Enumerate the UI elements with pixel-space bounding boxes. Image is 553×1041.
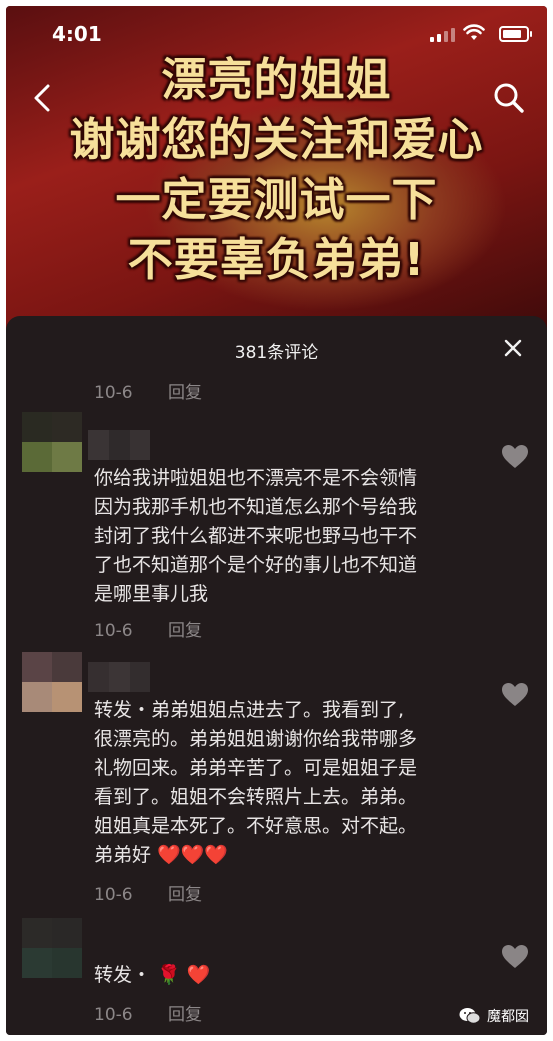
reply-button[interactable]: 回复 <box>168 1005 202 1025</box>
heart-icon[interactable] <box>501 682 529 708</box>
heart-icon[interactable] <box>501 444 529 470</box>
comment-line: 是哪里事儿我 <box>94 583 209 605</box>
heart-icon[interactable] <box>501 944 529 970</box>
comment-text: 转发・弟弟姐姐点进去了。我看到了, 很漂亮的。弟弟姐姐谢谢你给我带哪多 礼物回来… <box>94 696 474 870</box>
heart-emoji: ❤️❤️❤️ <box>157 844 229 866</box>
comment-meta: 10-6 回复 <box>94 378 202 403</box>
comment-line: 弟弟好 ❤️❤️❤️ <box>94 841 474 870</box>
caption-line: 漂亮的姐姐 <box>161 53 392 106</box>
close-icon[interactable] <box>503 338 523 358</box>
comment-date: 10-6 <box>94 1005 133 1025</box>
reply-button[interactable]: 回复 <box>168 621 202 641</box>
comment-line-text: 转发・ <box>94 964 152 986</box>
comment-text: 转发・ 🌹 ❤️ <box>94 961 474 990</box>
signal-icon <box>430 28 455 42</box>
wifi-icon <box>463 24 485 40</box>
comment-text: 你给我讲啦姐姐也不漂亮不是不会领情 因为我那手机也不知道怎么那个号给我 封闭了我… <box>94 464 474 609</box>
wechat-icon <box>459 1008 481 1024</box>
status-bar: 4:01 <box>6 22 547 52</box>
comment-meta: 10-6 回复 <box>94 880 202 905</box>
comment-line-text: 弟弟好 <box>94 844 152 866</box>
comment-line: 姐姐真是本死了。不好意思。对不起。 <box>94 815 418 837</box>
comment-date: 10-6 <box>94 885 133 905</box>
comment-line: 转发・弟弟姐姐点进去了。我看到了, <box>94 699 405 721</box>
comment-line: 你给我讲啦姐姐也不漂亮不是不会领情 <box>94 467 418 489</box>
status-time: 4:01 <box>52 22 102 46</box>
caption-line: 谢谢您的关注和爱心 <box>69 113 484 166</box>
comment-line: 封闭了我什么都进不来呢也野马也干不 <box>94 525 418 547</box>
avatar[interactable] <box>22 918 82 978</box>
reply-button[interactable]: 回复 <box>168 383 202 403</box>
comments-sheet: 381条评论 10-6 回复 你给我讲啦姐姐也不漂亮不是不会领情 因为我那手机也… <box>6 316 547 1035</box>
video-caption-overlay: 漂亮的姐姐 谢谢您的关注和爱心 一定要测试一下 不要辜负弟弟! <box>6 50 547 290</box>
rose-heart-emoji: 🌹 ❤️ <box>157 964 211 986</box>
comment-meta: 10-6 回复 <box>94 1000 202 1025</box>
comments-count-title: 381条评论 <box>234 343 319 363</box>
caption-line: 一定要测试一下 <box>115 173 438 226</box>
watermark-text: 魔都囡 <box>487 1009 529 1025</box>
comment-date: 10-6 <box>94 383 133 403</box>
comment-line: 很漂亮的。弟弟姐姐谢谢你给我带哪多 <box>94 728 418 750</box>
comment-line: 了也不知道那个是个好的事儿也不知道 <box>94 554 418 576</box>
avatar[interactable] <box>22 412 82 472</box>
comment-line: 因为我那手机也不知道怎么那个号给我 <box>94 496 418 518</box>
comment-line: 礼物回来。弟弟辛苦了。可是姐姐子是 <box>94 757 418 779</box>
comment-meta: 10-6 回复 <box>94 616 202 641</box>
phone-screen: 4:01 漂亮的姐姐 谢谢您的关注和爱心 一定要测试一下 不要辜负弟弟! 381… <box>6 6 547 1035</box>
reply-button[interactable]: 回复 <box>168 885 202 905</box>
username[interactable] <box>88 662 150 692</box>
comment-date: 10-6 <box>94 621 133 641</box>
comment-line: 看到了。姐姐不会转照片上去。弟弟。 <box>94 786 418 808</box>
caption-line: 不要辜负弟弟! <box>127 233 426 286</box>
battery-icon <box>499 26 532 42</box>
avatar[interactable] <box>22 652 82 712</box>
username[interactable] <box>88 430 150 460</box>
watermark: 魔都囡 <box>459 1006 529 1026</box>
